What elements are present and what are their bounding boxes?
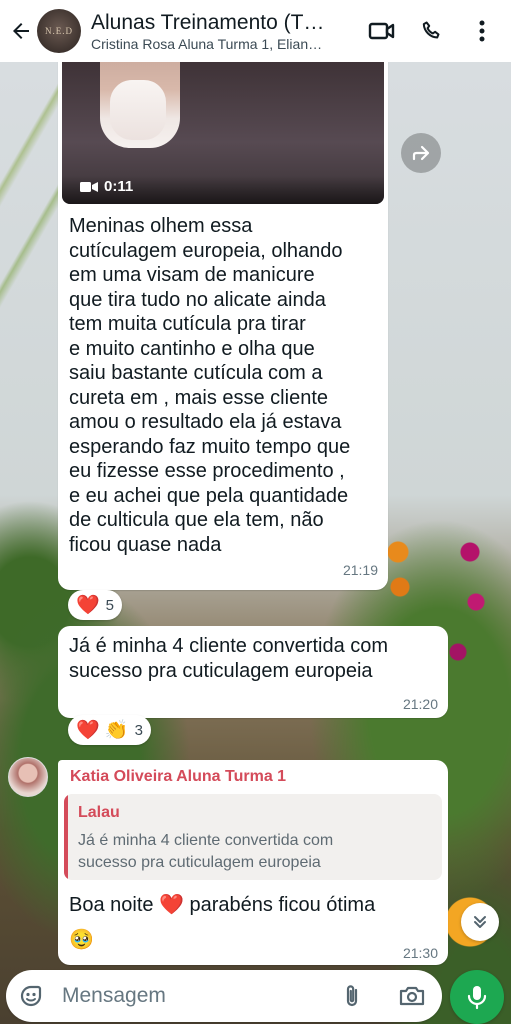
chat-header: N.E.D Alunas Treinamento (T… Cristina Ro… [0, 0, 511, 62]
message-time: 21:20 [402, 696, 438, 712]
emoji-button[interactable] [18, 983, 44, 1014]
message-text: Meninas olhem essa cutículagem europeia,… [69, 215, 351, 556]
video-preview-image [100, 50, 180, 148]
reaction-emoji: ❤️ 👏 [76, 720, 129, 741]
group-members: Cristina Rosa Aluna Turma 1, Elian… [91, 35, 323, 52]
video-thumbnail[interactable]: 0:11 [62, 50, 384, 204]
reaction-pill[interactable]: ❤️ 5 [68, 590, 123, 620]
back-button[interactable] [3, 13, 39, 49]
message-text: Boa noite ❤️ parabéns ficou ótima 🥹 [69, 894, 376, 951]
video-duration: 0:11 [80, 178, 133, 195]
message-input[interactable]: Mensagem [62, 984, 166, 1008]
quoted-text: Já é minha 4 cliente convertida com suce… [78, 832, 334, 871]
arrow-left-icon [13, 23, 29, 39]
quoted-author: Lalau [78, 804, 120, 821]
video-icon [80, 181, 98, 192]
phone-icon [422, 21, 440, 39]
voice-call-button[interactable] [411, 10, 453, 52]
video-camera-icon [368, 22, 395, 40]
message-composer: Mensagem [6, 970, 442, 1022]
message-bubble[interactable]: 0:11 Meninas olhem essa cutículagem euro… [58, 50, 388, 590]
quoted-message[interactable]: Lalau Já é minha 4 cliente convertida co… [64, 794, 442, 880]
camera-button[interactable] [398, 983, 426, 1014]
message-bubble[interactable]: Katia Oliveira Aluna Turma 1 Lalau Já é … [58, 760, 448, 965]
message-time: 21:19 [342, 562, 378, 578]
more-vertical-icon [479, 20, 485, 42]
chat-title-area[interactable]: Alunas Treinamento (T… Cristina Rosa Alu… [91, 10, 341, 53]
video-call-button[interactable] [361, 10, 403, 52]
attach-button[interactable] [340, 983, 366, 1014]
menu-button[interactable] [461, 10, 503, 52]
reaction-emoji: ❤️ [76, 595, 100, 616]
reaction-count: 5 [105, 596, 115, 614]
scroll-to-bottom-button[interactable] [461, 903, 499, 941]
sender-avatar[interactable] [8, 757, 48, 797]
message-bubble[interactable]: Já é minha 4 cliente convertida com suce… [58, 626, 448, 718]
sender-name[interactable]: Katia Oliveira Aluna Turma 1 [70, 768, 286, 786]
reaction-pill[interactable]: ❤️ 👏 3 [68, 715, 151, 745]
microphone-icon [467, 986, 487, 1010]
message-time: 21:30 [402, 945, 438, 961]
reaction-count: 3 [134, 721, 143, 739]
forward-icon [412, 145, 430, 161]
forward-button[interactable] [401, 133, 441, 173]
sticker-icon [20, 985, 42, 1007]
group-title: Alunas Treinamento (T… [91, 10, 325, 34]
chevron-double-down-icon [474, 916, 486, 928]
camera-icon [399, 986, 425, 1006]
voice-message-button[interactable] [450, 970, 504, 1024]
message-text: Já é minha 4 cliente convertida com suce… [69, 635, 389, 682]
paperclip-icon [346, 985, 358, 1007]
group-avatar[interactable]: N.E.D [37, 9, 81, 53]
